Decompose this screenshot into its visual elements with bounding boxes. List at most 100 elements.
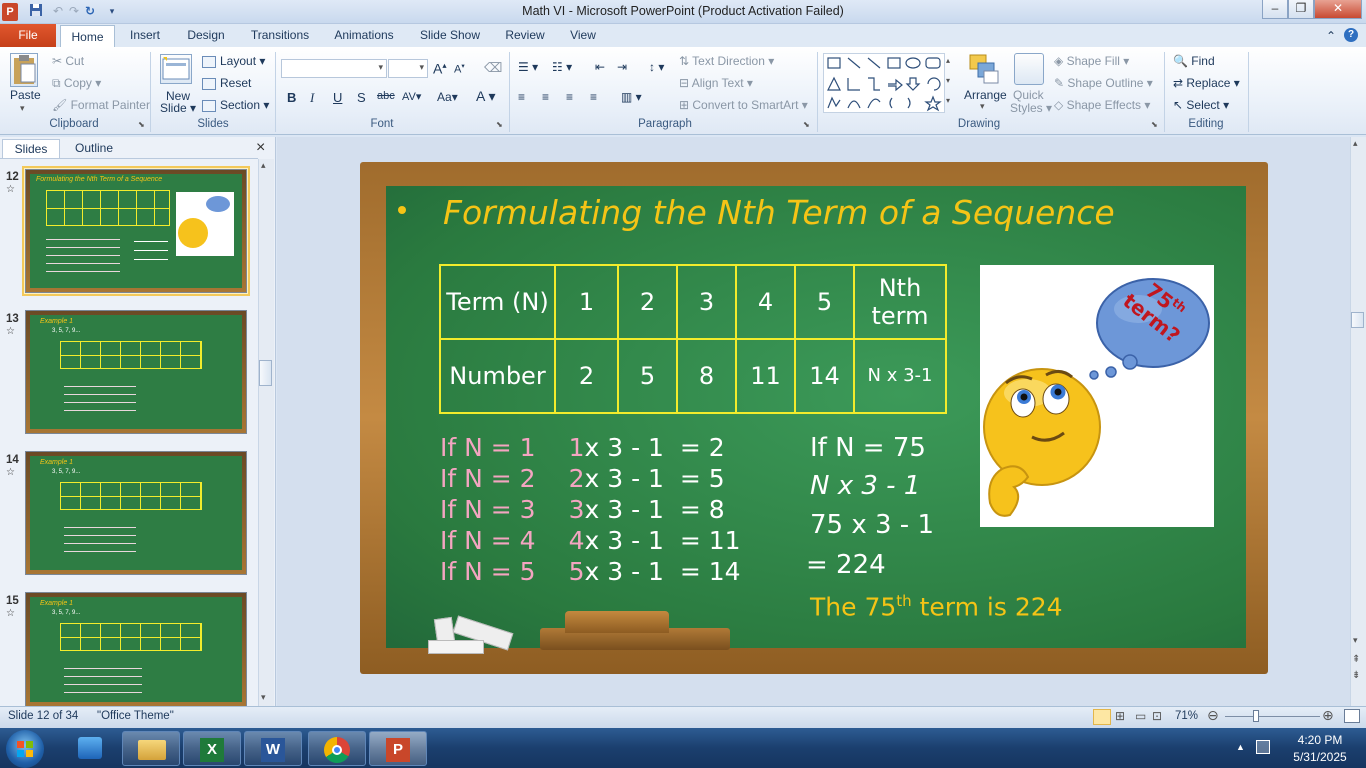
arrange-icon[interactable] xyxy=(968,53,1000,87)
tab-animations[interactable]: Animations xyxy=(330,24,398,47)
taskbar-explorer[interactable] xyxy=(122,731,180,766)
taskbar-chrome[interactable] xyxy=(308,731,366,766)
font-launcher-icon[interactable]: ⬊ xyxy=(496,120,503,129)
convert-smartart-button[interactable]: ⊞ Convert to SmartArt ▾ xyxy=(679,98,808,112)
minimize-icon[interactable]: – xyxy=(1262,0,1288,19)
align-left-icon[interactable]: ≡ xyxy=(518,90,525,104)
tab-insert[interactable]: Insert xyxy=(122,24,168,47)
shapes-gallery[interactable] xyxy=(823,53,945,113)
quick-styles-label[interactable]: Quick xyxy=(1013,88,1044,102)
slide-sorter-icon[interactable]: ⊞ xyxy=(1115,709,1125,723)
tab-review[interactable]: Review xyxy=(501,24,549,47)
increase-indent-icon[interactable]: ⇥ xyxy=(617,60,627,74)
tab-home[interactable]: Home xyxy=(60,25,115,48)
next-slide-icon[interactable]: ⇟ xyxy=(1352,670,1360,681)
select-button[interactable]: ↖ Select ▾ xyxy=(1173,98,1229,112)
paragraph-launcher-icon[interactable]: ⬊ xyxy=(803,120,810,129)
solution-line[interactable]: = 224 xyxy=(806,550,886,580)
quick-styles-icon[interactable] xyxy=(1014,53,1044,85)
tab-slides-pane[interactable]: Slides xyxy=(2,139,60,158)
start-button[interactable] xyxy=(6,730,44,768)
taskbar-powerpoint[interactable]: P xyxy=(369,731,427,766)
replace-button[interactable]: ⇄ Replace ▾ xyxy=(1173,76,1240,90)
scroll-up-icon[interactable]: ▴ xyxy=(1353,138,1358,149)
shape-outline-button[interactable]: ✎ Shape Outline ▾ xyxy=(1054,76,1153,90)
bold-button[interactable]: B xyxy=(287,90,296,105)
gallery-up-icon[interactable]: ▴ xyxy=(946,56,950,65)
slide-show-icon[interactable]: ⊡ xyxy=(1152,709,1162,723)
zoom-out-icon[interactable]: ⊖ xyxy=(1207,707,1219,724)
tab-transitions[interactable]: Transitions xyxy=(246,24,314,47)
taskbar-word[interactable]: W xyxy=(244,731,302,766)
columns-button[interactable]: ▥ ▾ xyxy=(621,90,642,104)
change-case-button[interactable]: Aa▾ xyxy=(437,90,458,104)
slide-thumbnail-14[interactable]: Example 1 3, 5, 7, 9... xyxy=(25,451,247,575)
zoom-in-icon[interactable]: ⊕ xyxy=(1322,707,1334,724)
close-window-icon[interactable]: ✕ xyxy=(1314,0,1362,19)
gallery-more-icon[interactable]: ▾ xyxy=(946,96,950,105)
layout-button[interactable]: Layout ▾ xyxy=(202,54,265,68)
line-spacing-button[interactable]: ↕ ▾ xyxy=(649,60,664,74)
solution-line[interactable]: If N = 75 xyxy=(810,433,926,463)
show-hidden-icons[interactable]: ▲ xyxy=(1236,742,1245,752)
align-right-icon[interactable]: ≡ xyxy=(566,90,573,104)
slide-thumbnail-15[interactable]: Example 1 3, 5, 7, 9... xyxy=(25,592,247,706)
font-family-select[interactable]: ▾ xyxy=(281,59,387,78)
quick-styles-button[interactable]: Styles ▾ xyxy=(1010,101,1052,115)
collapse-ribbon-icon[interactable]: ⌃ xyxy=(1326,29,1336,43)
sequence-table[interactable]: Term (N) 1 2 3 4 5 Nth term Number 2 5 8… xyxy=(439,264,947,414)
normal-view-icon[interactable] xyxy=(1093,709,1111,725)
section-button[interactable]: Section ▾ xyxy=(202,98,269,112)
clock-time[interactable]: 4:20 PM xyxy=(1280,733,1360,747)
clear-formatting-icon[interactable]: ⌫ xyxy=(484,60,502,76)
close-pane-icon[interactable]: × xyxy=(256,139,265,157)
scroll-up-icon[interactable]: ▴ xyxy=(261,160,266,171)
clipboard-launcher-icon[interactable]: ⬊ xyxy=(138,120,145,129)
tab-design[interactable]: Design xyxy=(180,24,232,47)
fit-to-window-icon[interactable] xyxy=(1344,709,1360,723)
justify-icon[interactable]: ≡ xyxy=(590,90,597,104)
italic-button[interactable]: I xyxy=(310,90,314,106)
shrink-font-button[interactable]: A▾ xyxy=(454,62,465,76)
copy-button[interactable]: ⧉ Copy ▾ xyxy=(52,76,101,91)
underline-button[interactable]: U xyxy=(333,90,342,105)
powerpoint-logo-icon[interactable]: P xyxy=(2,3,18,21)
zoom-slider[interactable] xyxy=(1225,716,1320,717)
theme-name[interactable]: "Office Theme" xyxy=(97,710,174,722)
slide-title[interactable]: Formulating the Nth Term of a Sequence xyxy=(443,193,1115,232)
slide-thumbnail-13[interactable]: Example 1 3, 5, 7, 9... xyxy=(25,310,247,434)
bullets-button[interactable]: ☰ ▾ xyxy=(518,60,538,74)
zoom-slider-thumb[interactable] xyxy=(1253,710,1259,722)
gallery-down-icon[interactable]: ▾ xyxy=(946,76,950,85)
align-text-button[interactable]: ⊟ Align Text ▾ xyxy=(679,76,753,90)
scroll-down-icon[interactable]: ▾ xyxy=(1353,635,1358,646)
shadow-button[interactable]: S xyxy=(357,90,366,105)
paste-dropdown-icon[interactable]: ▾ xyxy=(20,103,25,114)
tab-view[interactable]: View xyxy=(565,24,601,47)
restore-icon[interactable]: ❐ xyxy=(1288,0,1314,19)
taskbar-media-player[interactable] xyxy=(64,731,122,766)
new-slide-button[interactable]: Slide ▾ xyxy=(160,101,196,115)
arrange-dropdown-icon[interactable]: ▾ xyxy=(980,101,985,112)
network-icon[interactable] xyxy=(1256,740,1270,754)
reset-button[interactable]: Reset xyxy=(202,76,251,90)
pane-scroll-thumb[interactable] xyxy=(259,360,272,386)
tab-outline-pane[interactable]: Outline xyxy=(62,139,126,158)
clock-date[interactable]: 5/31/2025 xyxy=(1280,750,1360,764)
align-center-icon[interactable]: ≡ xyxy=(542,90,549,104)
shape-fill-button[interactable]: ◈ Shape Fill ▾ xyxy=(1054,54,1129,68)
slide-scrollbar[interactable] xyxy=(1350,137,1366,706)
repeat-icon[interactable]: ↻ xyxy=(82,3,98,19)
cut-button[interactable]: ✂ Cut xyxy=(52,54,84,68)
help-icon[interactable]: ? xyxy=(1344,28,1358,42)
pane-scrollbar[interactable] xyxy=(258,159,274,706)
tab-file[interactable]: File xyxy=(0,24,56,47)
strikethrough-button[interactable]: abc xyxy=(377,90,395,102)
font-size-select[interactable]: ▾ xyxy=(388,59,428,78)
zoom-level[interactable]: 71% xyxy=(1175,710,1198,722)
customize-toolbar-icon[interactable]: ▾ xyxy=(104,3,120,19)
decrease-indent-icon[interactable]: ⇤ xyxy=(595,60,605,74)
solution-line[interactable]: N x 3 - 1 xyxy=(810,471,920,501)
drawing-launcher-icon[interactable]: ⬊ xyxy=(1151,120,1158,129)
thinking-emoji-picture[interactable]: 75th term? xyxy=(980,265,1214,527)
